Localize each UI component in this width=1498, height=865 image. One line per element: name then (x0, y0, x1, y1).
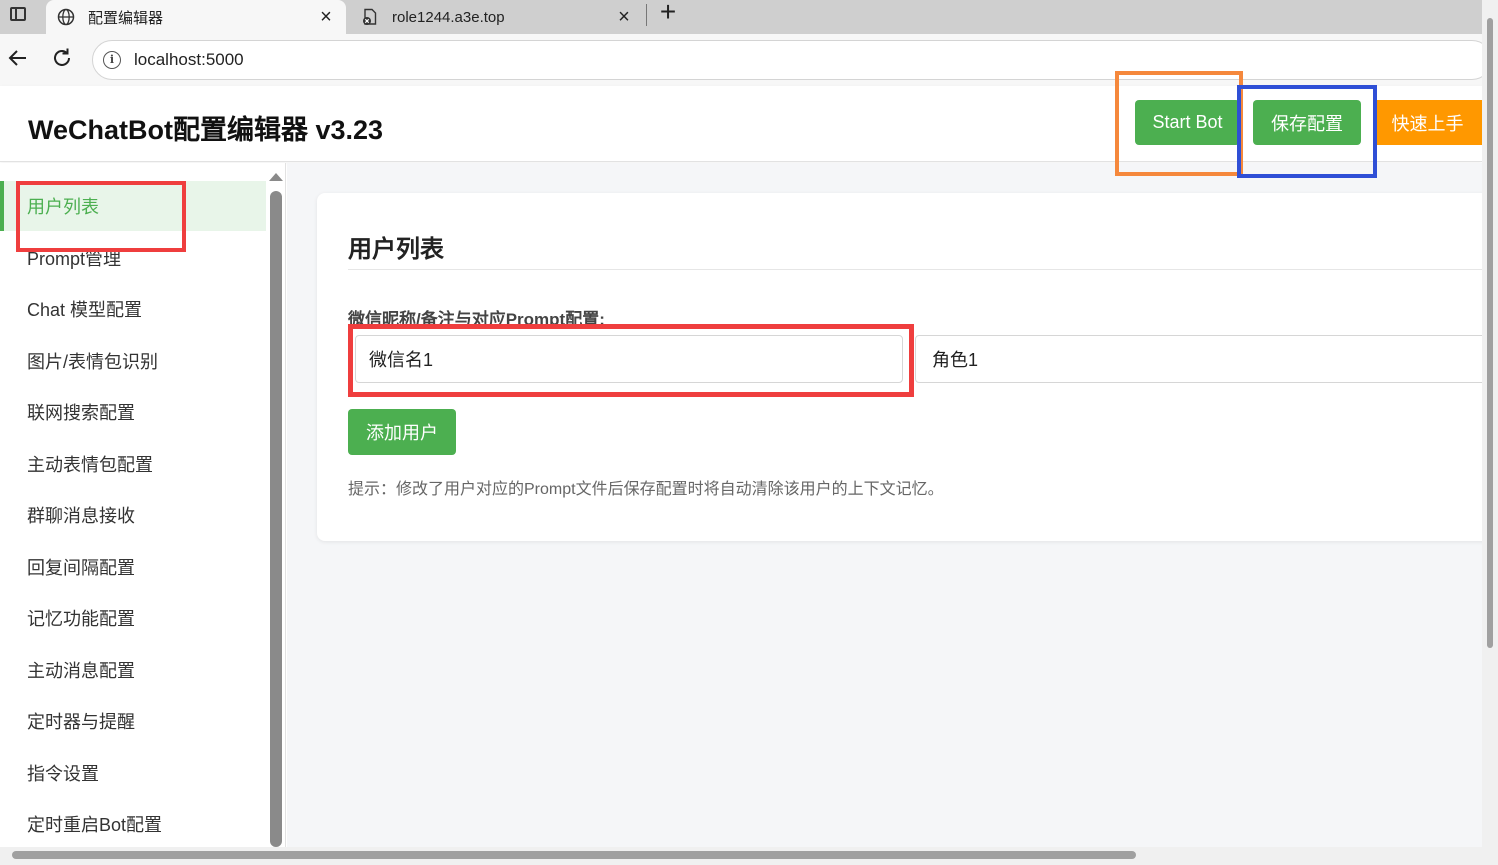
browser-tab-bar: 配置编辑器 × role1244.a3e.top × + (0, 0, 1498, 34)
add-user-button[interactable]: 添加用户 (348, 409, 456, 455)
tab-close-icon[interactable]: × (612, 5, 636, 29)
sidebar: 用户列表 Prompt管理 Chat 模型配置 图片/表情包识别 联网搜索配置 … (0, 163, 286, 847)
tab-role-site[interactable]: role1244.a3e.top × (350, 0, 644, 34)
back-arrow-icon[interactable] (4, 46, 32, 74)
sidebar-item-scheduled-restart-config[interactable]: 定时重启Bot配置 (0, 799, 266, 847)
app-header: WeChatBot配置编辑器 v3.23 Start Bot 保存配置 快速上手 (0, 86, 1482, 162)
scroll-up-arrow-icon[interactable] (269, 173, 283, 181)
blocked-page-icon (360, 7, 380, 27)
address-bar[interactable]: i localhost:5000 (92, 40, 1492, 80)
sidebar-item-prompt-management[interactable]: Prompt管理 (0, 233, 266, 283)
page-horizontal-scrollbar[interactable] (0, 847, 1482, 865)
sidebar-item-reply-interval-config[interactable]: 回复间隔配置 (0, 542, 266, 592)
sidebar-item-timer-reminder[interactable]: 定时器与提醒 (0, 696, 266, 746)
field-label: 微信昵称/备注与对应Prompt配置: (348, 310, 605, 329)
window-menu-icon[interactable] (8, 4, 28, 24)
sidebar-item-active-sticker-config[interactable]: 主动表情包配置 (0, 439, 266, 489)
tab-close-icon[interactable]: × (314, 5, 338, 29)
hint-text: 提示：修改了用户对应的Prompt文件后保存配置时将自动清除该用户的上下文记忆。 (348, 481, 944, 498)
divider (348, 269, 1488, 270)
new-tab-icon[interactable]: + (656, 0, 680, 26)
prompt-role-input[interactable]: 角色1 (915, 335, 1495, 383)
sidebar-item-group-chat-receive[interactable]: 群聊消息接收 (0, 490, 266, 540)
page-vertical-scrollbar[interactable] (1482, 0, 1498, 865)
site-info-icon[interactable]: i (103, 51, 121, 69)
sidebar-item-user-list[interactable]: 用户列表 (0, 181, 266, 231)
sidebar-scrollbar[interactable] (266, 163, 285, 847)
save-config-button[interactable]: 保存配置 (1253, 100, 1361, 145)
sidebar-item-memory-config[interactable]: 记忆功能配置 (0, 593, 266, 643)
scrollbar-thumb[interactable] (1487, 18, 1493, 648)
url-text: localhost:5000 (134, 50, 244, 69)
section-title: 用户列表 (348, 236, 444, 263)
tab-config-editor[interactable]: 配置编辑器 × (46, 0, 346, 34)
quick-start-button[interactable]: 快速上手 (1373, 100, 1482, 145)
sidebar-item-image-sticker-recognition[interactable]: 图片/表情包识别 (0, 336, 266, 386)
scrollbar-thumb[interactable] (270, 191, 282, 847)
page-title: WeChatBot配置编辑器 v3.23 (28, 115, 384, 145)
sidebar-item-web-search-config[interactable]: 联网搜索配置 (0, 387, 266, 437)
tab-separator (646, 4, 647, 26)
globe-icon (56, 7, 76, 27)
main-content: 用户列表 微信昵称/备注与对应Prompt配置: 微信名1 角色1 添加用户 提… (287, 163, 1495, 847)
tab-title: role1244.a3e.top (392, 8, 505, 26)
wechat-name-input[interactable]: 微信名1 (355, 335, 903, 383)
sidebar-item-command-settings[interactable]: 指令设置 (0, 748, 266, 798)
start-bot-button[interactable]: Start Bot (1135, 100, 1240, 145)
browser-toolbar: i localhost:5000 (0, 34, 1492, 86)
tab-title: 配置编辑器 (88, 9, 164, 27)
sidebar-item-active-message-config[interactable]: 主动消息配置 (0, 645, 266, 695)
reload-icon[interactable] (48, 46, 76, 74)
user-list-card: 用户列表 微信昵称/备注与对应Prompt配置: 微信名1 角色1 添加用户 提… (317, 193, 1495, 541)
sidebar-item-chat-model-config[interactable]: Chat 模型配置 (0, 284, 266, 334)
scrollbar-thumb[interactable] (12, 851, 1136, 859)
